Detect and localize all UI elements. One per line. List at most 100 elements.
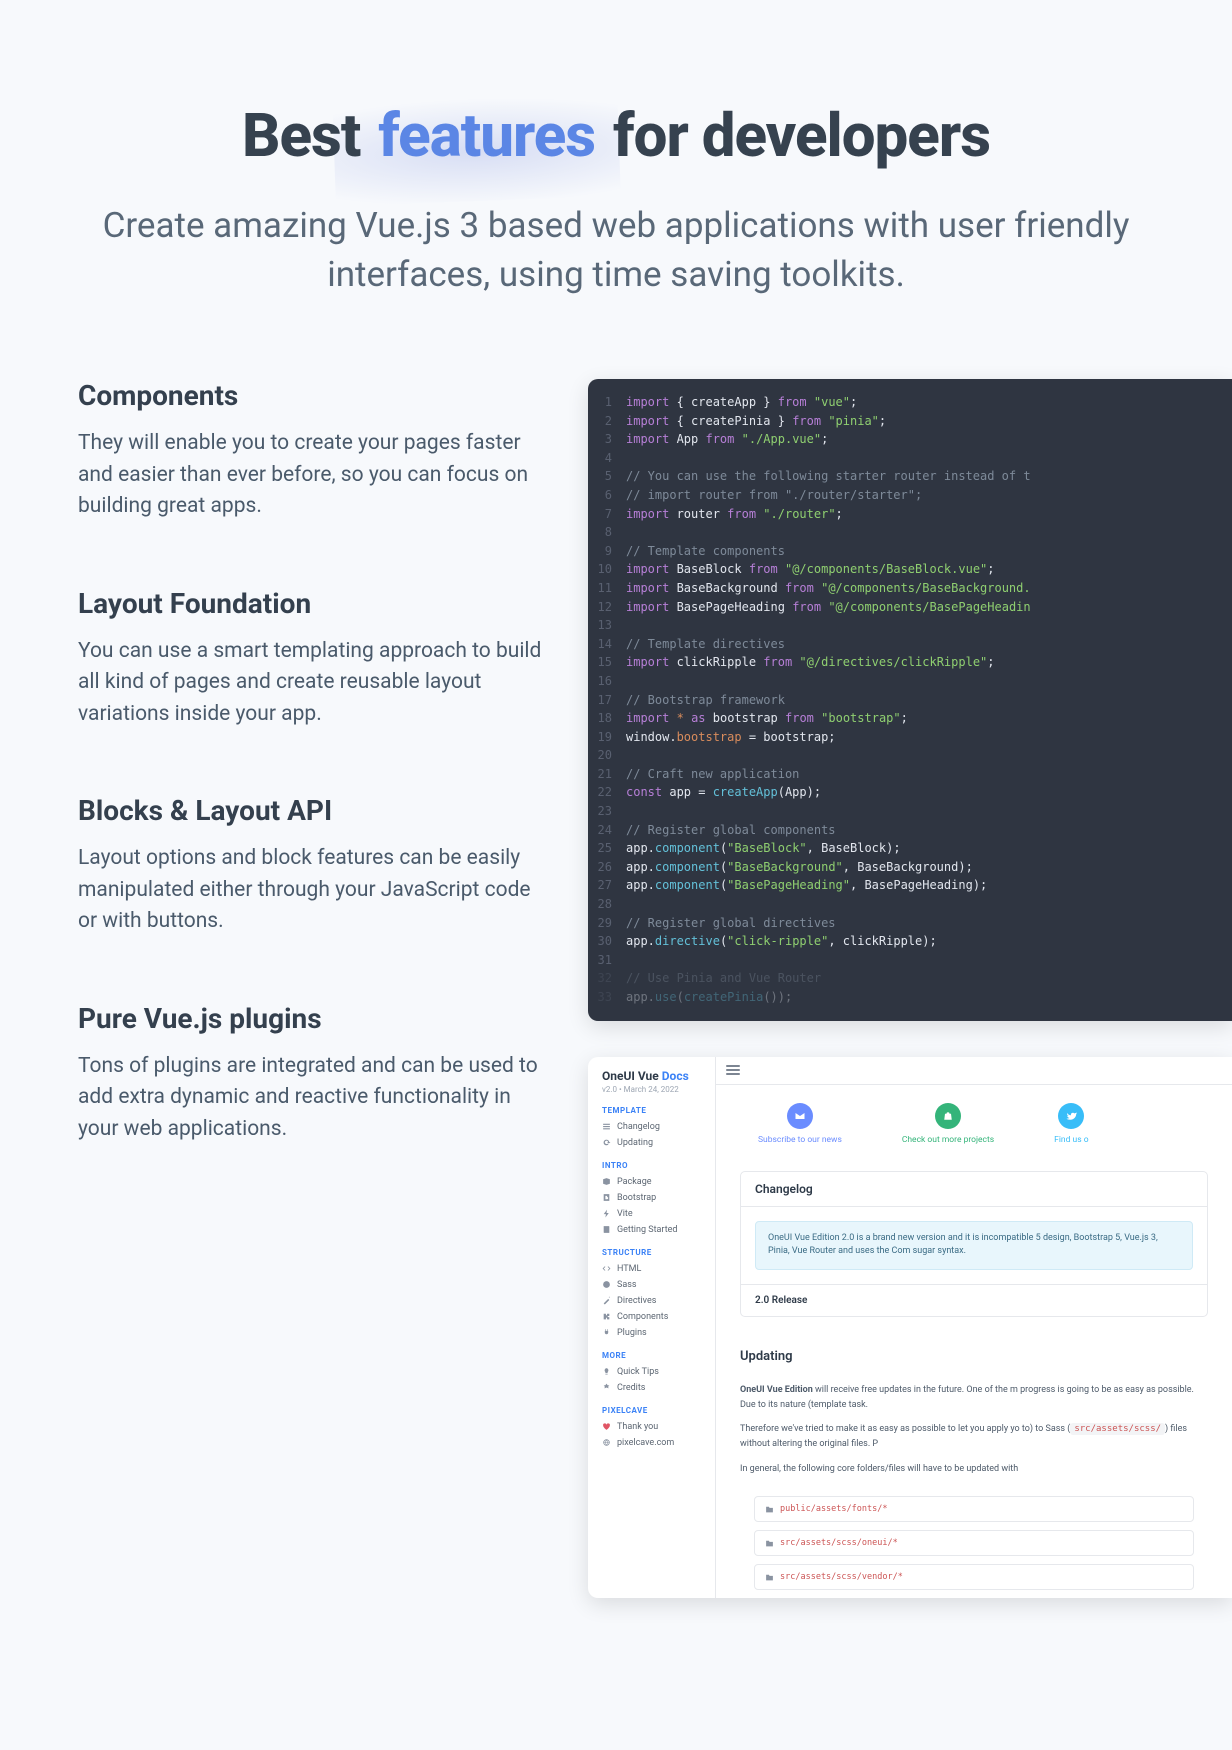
feature-1: Layout FoundationYou can use a smart tem… <box>78 587 548 731</box>
nav-item-updating[interactable]: Updating <box>602 1135 705 1151</box>
docs-version: v2.0 • March 24, 2022 <box>602 1085 705 1094</box>
code-line: 10import BaseBlock from "@/components/Ba… <box>588 560 1232 579</box>
code-line: 20 <box>588 746 1232 765</box>
nav-section-label: TEMPLATE <box>602 1106 705 1115</box>
changelog-release: 2.0 Release <box>741 1284 1207 1316</box>
code-line: 13 <box>588 616 1232 635</box>
list-icon <box>602 1122 611 1131</box>
hero-title-highlight: features <box>374 100 599 171</box>
bag-icon <box>935 1103 961 1129</box>
nav-item-sass[interactable]: Sass <box>602 1277 705 1293</box>
code-line: 26app.component("BaseBackground", BaseBa… <box>588 858 1232 877</box>
code-line: 33app.use(createPinia()); <box>588 988 1232 1007</box>
twitter-icon <box>1058 1103 1084 1129</box>
wand-icon <box>602 1296 611 1305</box>
feature-list: Components They will enable you to create… <box>78 379 548 1598</box>
sync-icon <box>602 1138 611 1147</box>
hero-title-pre: Best <box>242 100 374 171</box>
nav-item-credits[interactable]: Credits <box>602 1380 705 1396</box>
mail-icon <box>787 1103 813 1129</box>
globe-icon <box>602 1438 611 1447</box>
code-line: 4 <box>588 449 1232 468</box>
feature-body: They will enable you to create your page… <box>78 428 548 523</box>
code-line: 16 <box>588 672 1232 691</box>
sass-icon <box>602 1280 611 1289</box>
file-path: public/assets/fonts/* <box>754 1496 1194 1522</box>
file-path: src/assets/scss/oneui/* <box>754 1530 1194 1556</box>
nav-item-changelog[interactable]: Changelog <box>602 1119 705 1135</box>
code-line: 21// Craft new application <box>588 765 1232 784</box>
feature-body: You can use a smart templating approach … <box>78 636 548 731</box>
code-line: 28 <box>588 895 1232 914</box>
code-line: 2import { createPinia } from "pinia"; <box>588 412 1232 431</box>
feature-body: Layout options and block features can be… <box>78 843 548 938</box>
nav-section-label: INTRO <box>602 1161 705 1170</box>
nav-item-vite[interactable]: Vite <box>602 1206 705 1222</box>
code-line: 15import clickRipple from "@/directives/… <box>588 653 1232 672</box>
nav-section-label: PIXELCAVE <box>602 1406 705 1415</box>
quick-link[interactable]: Subscribe to our news <box>758 1103 842 1145</box>
feature-3: Pure Vue.js plugins Tons of plugins are i… <box>78 1002 548 1146</box>
puzzle-icon <box>602 1312 611 1321</box>
nav-item-pixelcave.com[interactable]: pixelcave.com <box>602 1435 705 1451</box>
feature-title: Pure Vue.js plugins <box>78 1002 548 1035</box>
menu-icon[interactable] <box>726 1065 740 1075</box>
nav-section-label: STRUCTURE <box>602 1248 705 1257</box>
nav-item-getting-started[interactable]: Getting Started <box>602 1222 705 1238</box>
nav-section-label: MORE <box>602 1351 705 1360</box>
docs-panel: OneUI Vue Docs v2.0 • March 24, 2022 TEM… <box>588 1057 1232 1598</box>
code-line: 32// Use Pinia and Vue Router <box>588 969 1232 988</box>
hero-subtitle: Create amazing Vue.js 3 based web applic… <box>66 201 1166 299</box>
hero-title-post: for developers <box>599 100 990 171</box>
nav-item-thank-you[interactable]: Thank you <box>602 1419 705 1435</box>
nav-item-bootstrap[interactable]: Bootstrap <box>602 1190 705 1206</box>
code-line: 14// Template directives <box>588 635 1232 654</box>
code-line: 8 <box>588 523 1232 542</box>
bootstrap-icon <box>602 1193 611 1202</box>
nav-item-package[interactable]: Package <box>602 1174 705 1190</box>
badge-icon <box>602 1383 611 1392</box>
code-line: 23 <box>588 802 1232 821</box>
updating-p1: OneUI Vue Edition will receive free upda… <box>740 1383 1194 1414</box>
bulb-icon <box>602 1367 611 1376</box>
docs-logo: OneUI Vue Docs <box>602 1069 705 1083</box>
feature-title: Components <box>78 379 548 412</box>
updating-p2: Therefore we've tried to make it as easy… <box>740 1422 1194 1453</box>
code-line: 30app.directive("click-ripple", clickRip… <box>588 932 1232 951</box>
code-line: 3import App from "./App.vue"; <box>588 430 1232 449</box>
feature-0: Components They will enable you to create… <box>78 379 548 523</box>
book-icon <box>602 1225 611 1234</box>
updating-p3: In general, the following core folders/f… <box>740 1462 1194 1477</box>
code-line: 1import { createApp } from "vue"; <box>588 393 1232 412</box>
feature-2: Blocks & Layout APILayout options and bl… <box>78 794 548 938</box>
code-line: 17// Bootstrap framework <box>588 691 1232 710</box>
box-icon <box>602 1177 611 1186</box>
code-icon <box>602 1264 611 1273</box>
feature-body: Tons of plugins are integrated and can b… <box>78 1051 548 1146</box>
code-line: 19window.bootstrap = bootstrap; <box>588 728 1232 747</box>
docs-topbar <box>716 1057 1232 1085</box>
updating-section: Updating OneUI Vue Edition will receive … <box>740 1339 1208 1590</box>
nav-item-quick-tips[interactable]: Quick Tips <box>602 1364 705 1380</box>
nav-item-html[interactable]: HTML <box>602 1261 705 1277</box>
nav-item-plugins[interactable]: Plugins <box>602 1325 705 1341</box>
quick-links: Subscribe to our news Check out more proj… <box>740 1103 1208 1145</box>
quick-link[interactable]: Check out more projects <box>902 1103 994 1145</box>
code-line: 18import * as bootstrap from "bootstrap"… <box>588 709 1232 728</box>
code-line: 31 <box>588 951 1232 970</box>
updating-title: Updating <box>740 1339 1208 1374</box>
code-line: 6// import router from "./router/starter… <box>588 486 1232 505</box>
docs-main: Subscribe to our news Check out more proj… <box>716 1057 1232 1598</box>
changelog-title: Changelog <box>741 1172 1207 1207</box>
plug-icon <box>602 1328 611 1337</box>
code-line: 5// You can use the following starter ro… <box>588 467 1232 486</box>
nav-item-directives[interactable]: Directives <box>602 1293 705 1309</box>
code-line: 24// Register global components <box>588 821 1232 840</box>
code-editor-panel: 1import { createApp } from "vue";2import… <box>588 379 1232 1021</box>
code-line: 7import router from "./router"; <box>588 505 1232 524</box>
heart-icon <box>602 1422 611 1431</box>
quick-link[interactable]: Find us o <box>1054 1103 1088 1145</box>
nav-item-components[interactable]: Components <box>602 1309 705 1325</box>
code-line: 9// Template components <box>588 542 1232 561</box>
code-line: 22const app = createApp(App); <box>588 783 1232 802</box>
